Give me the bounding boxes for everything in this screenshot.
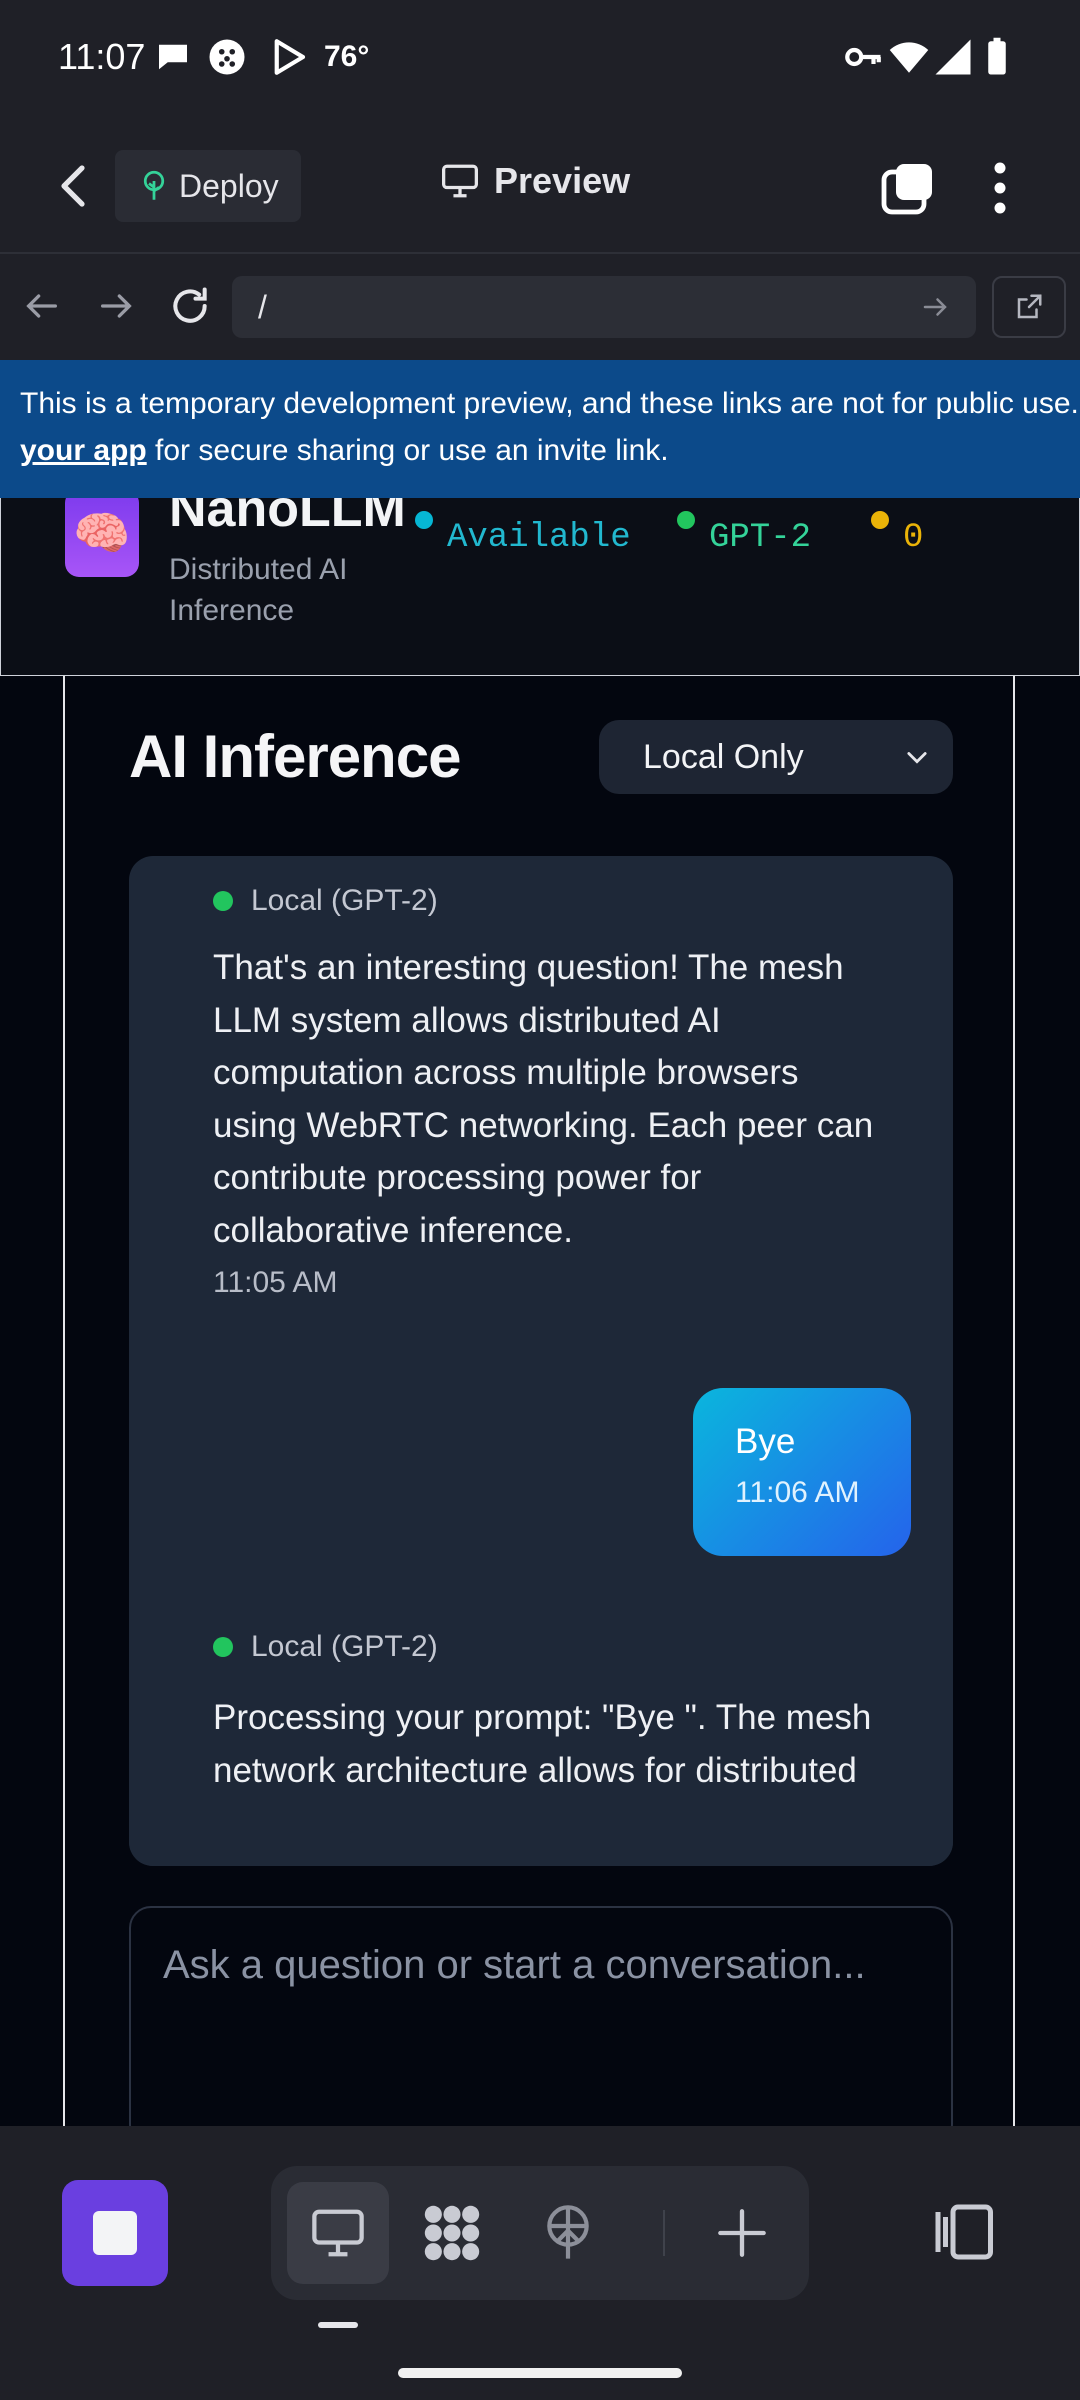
external-link-icon [1017, 294, 1042, 319]
grid-blobs-icon [424, 2205, 480, 2261]
assistant-message-text: That's an interesting question! The mesh… [213, 948, 874, 1250]
url-text: / [258, 288, 267, 325]
back-icon[interactable] [54, 162, 94, 210]
browser-forward-icon[interactable] [96, 286, 136, 326]
signal-icon [935, 39, 971, 75]
banner-line2-text: for secure sharing or use an invite link… [146, 434, 669, 467]
dev-preview-banner: This is a temporary development preview,… [0, 360, 1080, 498]
model-status-dot [677, 511, 695, 529]
wifi-icon [889, 42, 929, 73]
banner-line2: your app for secure sharing or use an in… [20, 427, 1080, 474]
chat-notification-icon [159, 44, 187, 70]
clock: 11:07 [58, 36, 146, 77]
message-source-label: Local (GPT-2) [251, 1630, 438, 1663]
peers-status-dot [871, 511, 889, 529]
add-tool-button[interactable] [691, 2182, 793, 2284]
preview-tab[interactable]: Preview [440, 160, 630, 202]
dots-notification-icon [209, 39, 245, 75]
site-viewport: 🧠 NanoLLM Distributed AI Inference WebGP… [0, 498, 1080, 2126]
chat-log[interactable]: Local (GPT-2) That's an interesting ques… [129, 856, 953, 1866]
url-bar: / [0, 254, 1080, 358]
source-status-dot [213, 891, 233, 911]
temperature: 76° [324, 40, 370, 73]
tool-group [271, 2166, 809, 2300]
banner-line1: This is a temporary development preview,… [20, 387, 1080, 420]
webgpu-status: WebGPU Available [447, 498, 631, 563]
chat-clip-mask [129, 1790, 953, 1866]
brain-logo-icon: 🧠 [65, 498, 139, 577]
plus-icon [718, 2209, 766, 2257]
stop-button[interactable] [62, 2180, 168, 2286]
user-message-text: Bye [735, 1422, 796, 1461]
monitor-icon [312, 2209, 364, 2257]
message-source: Local (GPT-2) [213, 1630, 438, 1664]
model-status: Model: GPT-2 [709, 498, 831, 563]
chevron-down-icon [907, 752, 927, 764]
user-message-time: 11:06 AM [735, 1476, 860, 1509]
brand-name: NanoLLM [169, 498, 406, 538]
message-source-label: Local (GPT-2) [251, 884, 438, 917]
prompt-input[interactable]: Ask a question or start a conversation..… [129, 1906, 953, 2126]
peers-status: Peers: 0 [903, 498, 1025, 563]
play-store-icon [274, 39, 306, 75]
toolbar-divider [663, 2210, 665, 2256]
panel-toggle-icon[interactable] [930, 2202, 996, 2262]
user-message-bubble: Bye 11:06 AM [693, 1388, 911, 1556]
webgpu-status-dot [415, 511, 433, 529]
deploy-app-link[interactable]: your app [20, 434, 147, 467]
preview-tool-button[interactable] [287, 2182, 389, 2284]
message-time: 11:05 AM [213, 1266, 338, 1299]
panel-title: AI Inference [129, 723, 461, 790]
mode-select[interactable]: Local Only [599, 720, 953, 794]
url-input[interactable]: / [232, 276, 976, 338]
deploy-tree-icon [547, 2205, 589, 2259]
active-tab-indicator [318, 2322, 358, 2328]
open-external-button[interactable] [992, 276, 1066, 338]
deploy-tree-icon [143, 170, 165, 200]
source-status-dot [213, 1637, 233, 1657]
model-status-line1: Model: [709, 498, 831, 513]
app-header: Deploy Preview [0, 120, 1080, 254]
stop-icon [93, 2211, 137, 2255]
more-menu-icon[interactable] [980, 158, 1020, 218]
extensions-tool-button[interactable] [401, 2182, 503, 2284]
brand-tagline: Distributed AI Inference [169, 553, 348, 627]
webgpu-status-line2: Available [447, 519, 631, 557]
message-source: Local (GPT-2) [213, 884, 438, 918]
mode-select-value: Local Only [643, 737, 804, 776]
monitor-icon [442, 164, 478, 198]
site-header: 🧠 NanoLLM Distributed AI Inference WebGP… [0, 498, 1080, 676]
peers-status-line1: Peers: [903, 498, 1025, 513]
inference-panel: AI Inference Local Only Local (GPT-2) Th… [63, 676, 1015, 2126]
reload-icon[interactable] [168, 284, 212, 328]
tabs-switcher-icon[interactable] [880, 160, 936, 216]
peers-status-line2: 0 [903, 519, 924, 557]
status-bar: 11:07 76° [0, 0, 1080, 120]
gesture-nav-handle[interactable] [398, 2368, 682, 2378]
browser-back-icon[interactable] [22, 286, 62, 326]
deploy-label: Deploy [179, 167, 279, 204]
deploy-tool-button[interactable] [517, 2182, 619, 2284]
deploy-button[interactable]: Deploy [115, 150, 301, 222]
vpn-key-icon [845, 47, 881, 67]
battery-icon [988, 37, 1006, 75]
go-arrow-icon[interactable] [920, 292, 950, 322]
webgpu-status-line1: WebGPU [447, 498, 631, 513]
preview-label: Preview [494, 160, 631, 201]
bottom-toolbar [0, 2126, 1080, 2400]
model-status-line2: GPT-2 [709, 519, 812, 557]
